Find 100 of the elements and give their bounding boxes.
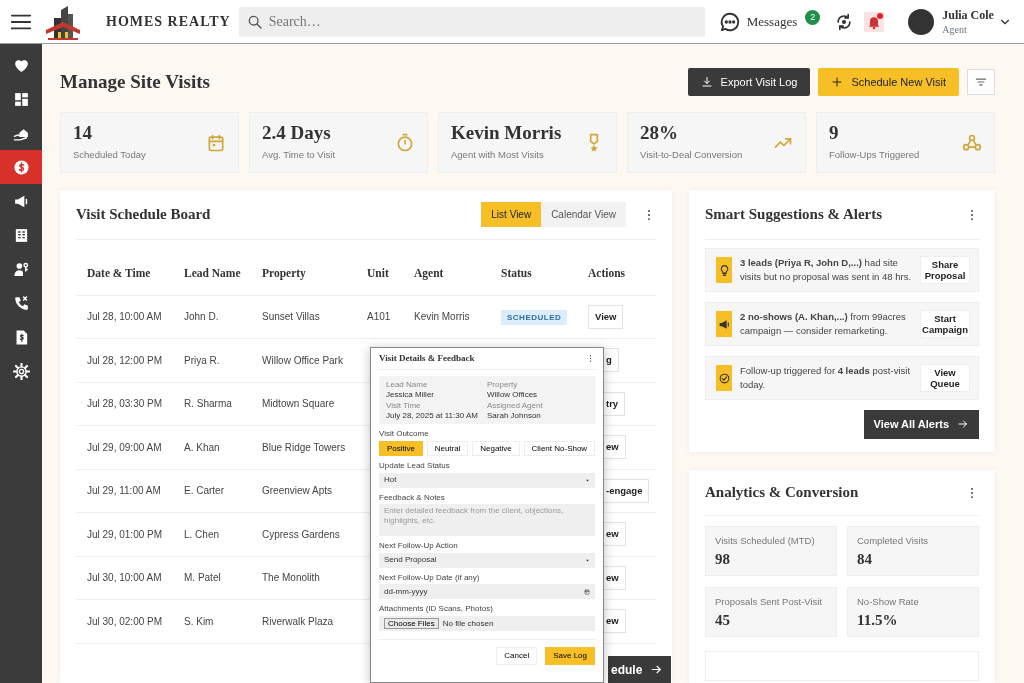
message-count-badge: 2 [805, 10, 821, 25]
stat-label: Follow-Ups Triggered [829, 147, 921, 162]
dashboard-icon [12, 90, 30, 108]
action-button[interactable]: -engage [602, 478, 650, 503]
metric-value: 84 [857, 550, 873, 570]
outcome-option[interactable]: Positive [379, 440, 423, 456]
alert-text: 3 leads (Priya R, John D,...) had site visits but no proposal was sent in 48 hrs. [740, 256, 912, 284]
info-value: July 28, 2025 at 11:30 AM [386, 410, 479, 421]
stat-value: 9 [829, 122, 840, 144]
check-circle-icon [717, 371, 731, 385]
outcome-option[interactable]: Neutral [426, 440, 469, 456]
field-label: Attachments (ID Scans, Photos) [379, 604, 494, 614]
view-all-button[interactable]: View All Alerts [863, 410, 979, 439]
action-button[interactable]: ew [602, 609, 626, 634]
column-header: Agent [403, 252, 490, 295]
view-tab[interactable]: Calendar View [541, 202, 626, 227]
date-field[interactable]: dd-mm-yyyy [379, 584, 595, 600]
settings-icon [12, 362, 30, 380]
plus-icon [831, 76, 844, 88]
messages-link[interactable]: Messages [746, 11, 798, 32]
stat-label: Visit-to-Deal Conversion [640, 147, 744, 162]
choose-files-button[interactable]: Choose Files [384, 617, 439, 630]
table-cell: Jul 29, 11:00 AM [76, 469, 173, 513]
alert-action-button[interactable]: Share Proposal [920, 255, 970, 285]
action-button[interactable]: ew [602, 565, 626, 590]
table-cell: Jul 28, 03:30 PM [76, 382, 173, 426]
date-value: dd-mm-yyyy [384, 587, 429, 597]
table-cell: L. Chen [173, 512, 251, 556]
notification-button[interactable] [864, 11, 885, 32]
dollar-icon [12, 158, 30, 176]
table-cell: Blue Ridge Towers [251, 425, 356, 469]
stat-label: Avg. Time to Visit [262, 147, 337, 162]
filter-icon [974, 75, 988, 89]
field-label: Next Follow-Up Date (if any) [379, 572, 481, 583]
table-cell: Jul 30, 10:00 AM [76, 556, 173, 600]
brand-name: HOMES REALTY [106, 13, 231, 31]
select-value: Hot [384, 475, 398, 485]
info-value: Sarah Johnson [487, 410, 542, 421]
action-button[interactable]: ew [602, 435, 626, 460]
search-icon [246, 13, 263, 30]
user-role: Agent [942, 24, 968, 35]
table-cell: Kevin Morris [403, 295, 490, 339]
save-button[interactable]: Save Log [545, 646, 595, 665]
outcome-option[interactable]: Client No-Show [523, 440, 596, 456]
modal-title: Visit Details & Feedback [379, 353, 476, 364]
field-label: Feedback & Notes [379, 492, 446, 503]
stopwatch-icon [395, 132, 415, 153]
user-key-icon [12, 260, 30, 278]
schedule-button[interactable]: Schedule New Visit [818, 68, 959, 96]
view-tab[interactable]: List View [481, 202, 542, 227]
outcome-option[interactable]: Negative [472, 440, 520, 456]
select-value: Send Proposal [384, 555, 438, 566]
table-cell: A. Khan [173, 425, 251, 469]
table-cell: E. Carter [173, 469, 251, 513]
select-field[interactable]: Hot [379, 472, 595, 488]
column-header: Unit [356, 252, 403, 295]
table-cell: Jul 28, 10:00 AM [76, 295, 173, 339]
megaphone-icon [717, 317, 731, 331]
reschedule-button[interactable]: edule [608, 655, 672, 683]
alert-text: Follow-up triggered for 4 leads post-visit today. [740, 364, 912, 392]
calendar-icon [206, 132, 226, 153]
info-value: Willow Offices [487, 389, 539, 400]
panel-title: Smart Suggestions & Alerts [705, 205, 884, 225]
cancel-button[interactable]: Cancel [496, 646, 538, 665]
caret-icon [585, 477, 590, 483]
alert-action-button[interactable]: Start Campaign [920, 309, 970, 339]
column-header: Actions [577, 252, 656, 295]
metric-value: 45 [715, 611, 731, 631]
alert-action-button[interactable]: View Queue [920, 363, 970, 393]
select-field[interactable]: Send Proposal [379, 552, 595, 568]
avatar[interactable] [908, 8, 935, 35]
action-button[interactable]: View [588, 304, 624, 329]
notes-field[interactable]: Enter detailed feedback from the client, objections, highlights, etc. [379, 504, 595, 537]
metric-value: 11.5% [857, 611, 899, 631]
column-header: Date & Time [76, 252, 173, 295]
metric-label: Proposals Sent Post-Visit [715, 595, 823, 609]
arrow-right-icon [650, 663, 664, 676]
stat-value: 28% [640, 122, 679, 144]
action-button[interactable]: try [602, 391, 626, 416]
export-button[interactable]: Export Visit Log [687, 68, 811, 96]
table-cell: Riverwalk Plaza [251, 599, 356, 643]
metric-value: 98 [715, 550, 731, 570]
sidebar-item[interactable] [0, 150, 42, 184]
panel-title: Analytics & Conversion [705, 483, 860, 503]
metric-label: Completed Visits [857, 534, 930, 548]
download-icon [700, 76, 713, 88]
action-button[interactable]: ew [602, 522, 626, 547]
table-cell: Cypress Gardens [251, 512, 356, 556]
metric-label: No-Show Rate [857, 595, 920, 609]
table-cell: R. Sharma [173, 382, 251, 426]
stat-label: Scheduled Today [73, 147, 147, 162]
field-label: Update Lead Status [379, 460, 451, 471]
stat-value: 14 [73, 122, 93, 144]
panel-title: Visit Schedule Board [76, 205, 212, 225]
network-icon [962, 132, 982, 153]
phone-icon [12, 294, 30, 312]
field-label: Visit Outcome [379, 429, 430, 439]
arrow-right-icon [957, 418, 969, 431]
alert-text: 2 no-shows (A. Khan,...) from 99acres campaign — consider remarketing. [740, 310, 907, 338]
chat-icon[interactable] [718, 10, 741, 33]
